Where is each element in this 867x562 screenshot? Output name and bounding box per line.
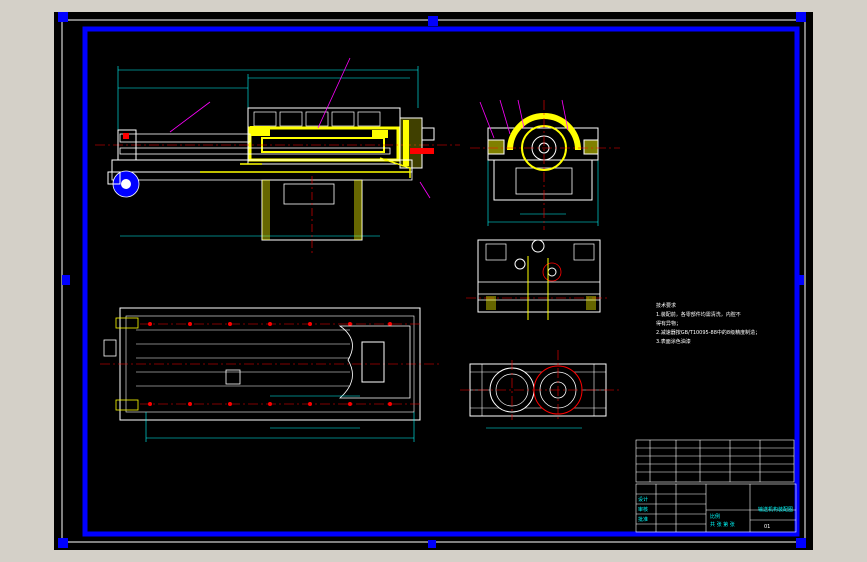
drawing-number: 01 (764, 524, 771, 530)
drawing-name: 输送机构装配图 (758, 507, 794, 513)
technical-notes: 技术要求 1.装配前，各零部件均需清洗，内腔不 得有异物； 2.减速器按GB/T… (656, 302, 806, 347)
designer-label: 设计 (638, 497, 649, 503)
checker-label: 审核 (638, 507, 649, 513)
title-block: 输送机构装配图 01 比例 共 张 第 张 设计 审核 批准 (634, 437, 798, 537)
note-line-2: 得有异物； (656, 321, 682, 327)
notes-title: 技术要求 (656, 303, 677, 309)
cad-drawing-sheet: 技术要求 1.装配前，各零部件均需清洗，内腔不 得有异物； 2.减速器按GB/T… (0, 0, 867, 562)
sheet-label: 共 张 第 张 (710, 522, 735, 528)
scale-label: 比例 (710, 514, 721, 520)
note-line-3: 2.减速器按GB/T10095-88中的8级精度制造； (656, 330, 761, 336)
note-line-1: 1.装配前，各零部件均需清洗，内腔不 (656, 312, 741, 318)
note-line-4: 3.表面涂色油漆 (656, 339, 691, 345)
approver-label: 批准 (638, 517, 649, 523)
